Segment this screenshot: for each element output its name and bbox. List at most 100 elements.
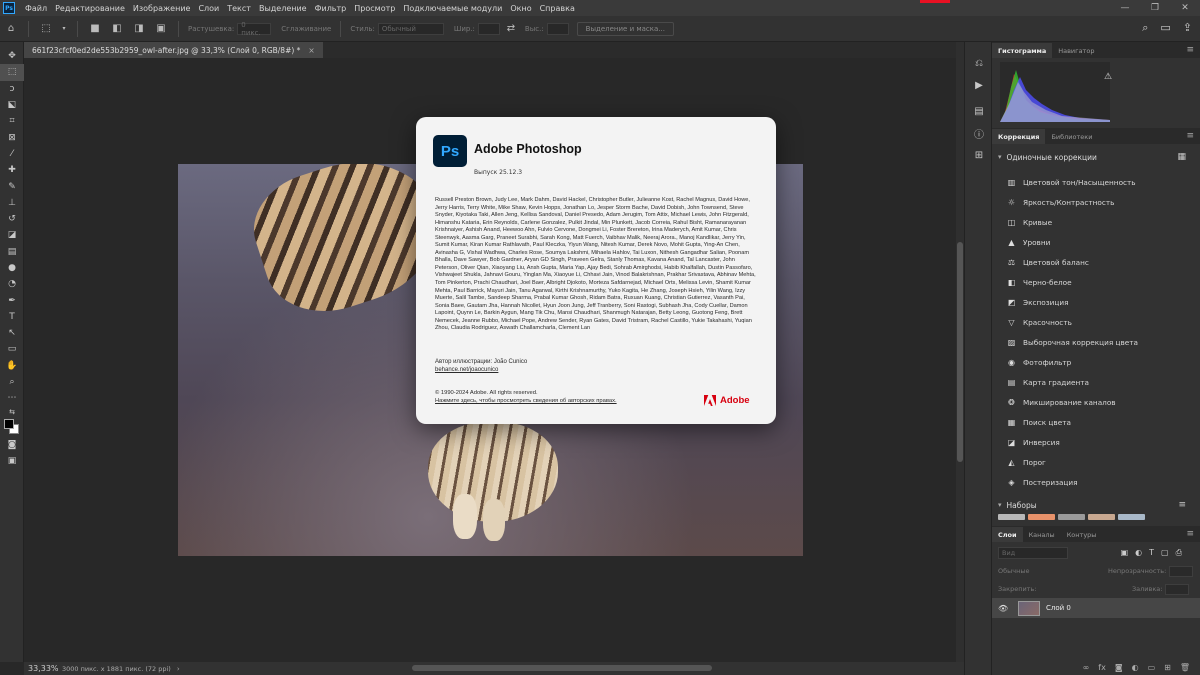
eraser-tool-icon[interactable]: ◪ xyxy=(0,227,24,243)
new-layer-icon[interactable]: ⊞ xyxy=(1164,663,1171,672)
menu-view[interactable]: Просмотр xyxy=(350,4,399,13)
share-icon[interactable]: ⇪ xyxy=(1183,21,1192,35)
chevron-down-icon[interactable]: ▾ xyxy=(61,22,67,36)
tab-adjustments[interactable]: Коррекция xyxy=(992,129,1046,144)
grid-view-icon[interactable]: ▦ xyxy=(1177,152,1186,162)
type-filter-icon[interactable]: T xyxy=(1149,548,1154,558)
illustration-link[interactable]: behance.net/joaocunico xyxy=(435,367,498,373)
adjustment-item[interactable]: ◉ Фотофильтр xyxy=(992,352,1200,372)
shape-filter-icon[interactable]: ▢ xyxy=(1161,548,1169,558)
tab-channels[interactable]: Каналы xyxy=(1023,527,1061,542)
path-select-tool-icon[interactable]: ↖ xyxy=(0,325,24,341)
tab-layers[interactable]: Слои xyxy=(992,527,1023,542)
history-icon[interactable]: ⎌ xyxy=(965,52,993,74)
blur-tool-icon[interactable]: ● xyxy=(0,260,24,276)
add-mask-icon[interactable]: ◙ xyxy=(1115,663,1123,672)
adjustment-item[interactable]: ◩ Экспозиция xyxy=(992,292,1200,312)
zoom-level[interactable]: 33,33% xyxy=(28,664,62,673)
adjustment-item[interactable]: ◈ Постеризация xyxy=(992,472,1200,492)
properties-icon[interactable]: ▤ xyxy=(965,100,993,122)
antialias-checkbox[interactable]: Сглаживание xyxy=(281,25,331,33)
type-tool-icon[interactable]: T xyxy=(0,309,24,325)
adjust-filter-icon[interactable]: ◐ xyxy=(1135,548,1142,558)
feather-input[interactable]: 0 пикс. xyxy=(237,21,272,37)
search-icon[interactable]: ⌕ xyxy=(1142,21,1148,35)
preset-thumb[interactable] xyxy=(1118,514,1145,520)
canvas-vertical-scrollbar[interactable] xyxy=(956,42,964,662)
menu-image[interactable]: Изображение xyxy=(129,4,195,13)
fill-input[interactable] xyxy=(1165,583,1190,595)
select-mask-button[interactable]: Выделение и маска... xyxy=(576,21,674,36)
info-icon[interactable]: ⓘ xyxy=(965,122,993,144)
dodge-tool-icon[interactable]: ◔ xyxy=(0,276,24,292)
add-selection-icon[interactable]: ◧ xyxy=(110,22,124,36)
new-adjustment-icon[interactable]: ◐ xyxy=(1132,663,1139,672)
preset-thumb[interactable] xyxy=(1028,514,1055,520)
new-selection-icon[interactable]: ■ xyxy=(88,22,102,36)
rect-marquee-tool-icon[interactable]: ⬚ xyxy=(0,64,24,81)
chevron-down-icon[interactable]: ▾ xyxy=(998,153,1002,161)
single-corrections-header[interactable]: ▾ Одиночные коррекции ▦ xyxy=(992,148,1200,166)
presets-header[interactable]: ▾ Наборы ≡ xyxy=(992,496,1200,514)
link-layers-icon[interactable]: ∞ xyxy=(1083,663,1090,672)
screen-mode-icon[interactable]: ▣ xyxy=(0,453,24,469)
gradient-tool-icon[interactable]: ▤ xyxy=(0,244,24,260)
frame-tool-icon[interactable]: ⊠ xyxy=(0,129,24,145)
adjustment-brush-icon[interactable]: ⊞ xyxy=(965,144,993,166)
menu-edit[interactable]: Редактирование xyxy=(51,4,129,13)
layer-filter-input[interactable]: Вид xyxy=(998,547,1068,559)
workspace-icon[interactable]: ▭ xyxy=(1160,21,1170,35)
adjustment-item[interactable]: ◪ Инверсия xyxy=(992,432,1200,452)
tab-navigator[interactable]: Навигатор xyxy=(1052,43,1100,58)
tab-libraries[interactable]: Библиотеки xyxy=(1045,129,1098,144)
adjustment-item[interactable]: ▨ Выборочная коррекция цвета xyxy=(992,332,1200,352)
adjustment-item[interactable]: ▤ Карта градиента xyxy=(992,372,1200,392)
spot-heal-tool-icon[interactable]: ✚ xyxy=(0,162,24,178)
subtract-selection-icon[interactable]: ◨ xyxy=(132,22,146,36)
more-tools-icon[interactable]: ⋯ xyxy=(0,390,24,406)
preset-thumb[interactable] xyxy=(998,514,1025,520)
home-icon[interactable]: ⌂ xyxy=(4,22,18,36)
adjustment-item[interactable]: ▥ Цветовой тон/Насыщенность xyxy=(992,172,1200,192)
foreground-color[interactable] xyxy=(4,418,14,429)
restore-icon[interactable]: ❐ xyxy=(1140,0,1170,16)
adjustment-item[interactable]: ❂ Микширование каналов xyxy=(992,392,1200,412)
move-tool-icon[interactable]: ✥ xyxy=(0,48,24,64)
status-menu-icon[interactable]: › xyxy=(177,665,180,673)
intersect-selection-icon[interactable]: ▣ xyxy=(154,22,168,36)
menu-file[interactable]: Файл xyxy=(21,4,51,13)
history-brush-tool-icon[interactable]: ↺ xyxy=(0,211,24,227)
new-group-icon[interactable]: ▭ xyxy=(1148,663,1156,672)
style-select[interactable]: Обычный xyxy=(377,22,444,35)
panel-menu-icon[interactable]: ≡ xyxy=(1186,529,1194,539)
layer-name[interactable]: Слой 0 xyxy=(1046,604,1071,612)
about-dialog[interactable]: Ps Adobe Photoshop Выпуск 25.12.3 Russel… xyxy=(416,117,776,424)
menu-help[interactable]: Справка xyxy=(536,4,579,13)
crop-tool-icon[interactable]: ⌗ xyxy=(0,113,24,129)
swap-colors-icon[interactable]: ⇆ xyxy=(0,407,24,417)
preset-thumb[interactable] xyxy=(1088,514,1115,520)
eyedropper-tool-icon[interactable]: ⁄ xyxy=(0,146,24,162)
close-tab-icon[interactable]: × xyxy=(308,46,314,55)
adjustment-item[interactable]: ◫ Кривые xyxy=(992,212,1200,232)
menu-plugins[interactable]: Подключаемые модули xyxy=(399,4,506,13)
smart-filter-icon[interactable]: ⎙ xyxy=(1176,548,1182,558)
blend-mode-select[interactable]: Обычные xyxy=(998,567,1108,575)
tab-paths[interactable]: Контуры xyxy=(1061,527,1103,542)
menu-layers[interactable]: Слои xyxy=(194,4,223,13)
presets-menu-icon[interactable]: ≡ xyxy=(1178,500,1186,510)
brush-tool-icon[interactable]: ✎ xyxy=(0,178,24,194)
chevron-down-icon[interactable]: ▾ xyxy=(998,501,1002,509)
scrollbar-thumb[interactable] xyxy=(957,242,963,462)
color-swatches[interactable] xyxy=(0,417,24,437)
actions-play-icon[interactable]: ▶ xyxy=(965,74,993,96)
minimize-icon[interactable]: — xyxy=(1110,0,1140,16)
cache-warning-icon[interactable]: ⚠ xyxy=(1104,72,1112,82)
menu-select[interactable]: Выделение xyxy=(255,4,311,13)
adjustment-item[interactable]: ▽ Красочность xyxy=(992,312,1200,332)
marquee-preset-icon[interactable]: ⬚ xyxy=(39,22,53,36)
close-icon[interactable]: ✕ xyxy=(1170,0,1200,16)
adjustment-item[interactable]: ▦ Поиск цвета xyxy=(992,412,1200,432)
legal-notices-link[interactable]: Нажмите здесь, чтобы просмотреть сведени… xyxy=(435,398,617,404)
opacity-input[interactable] xyxy=(1169,565,1194,577)
